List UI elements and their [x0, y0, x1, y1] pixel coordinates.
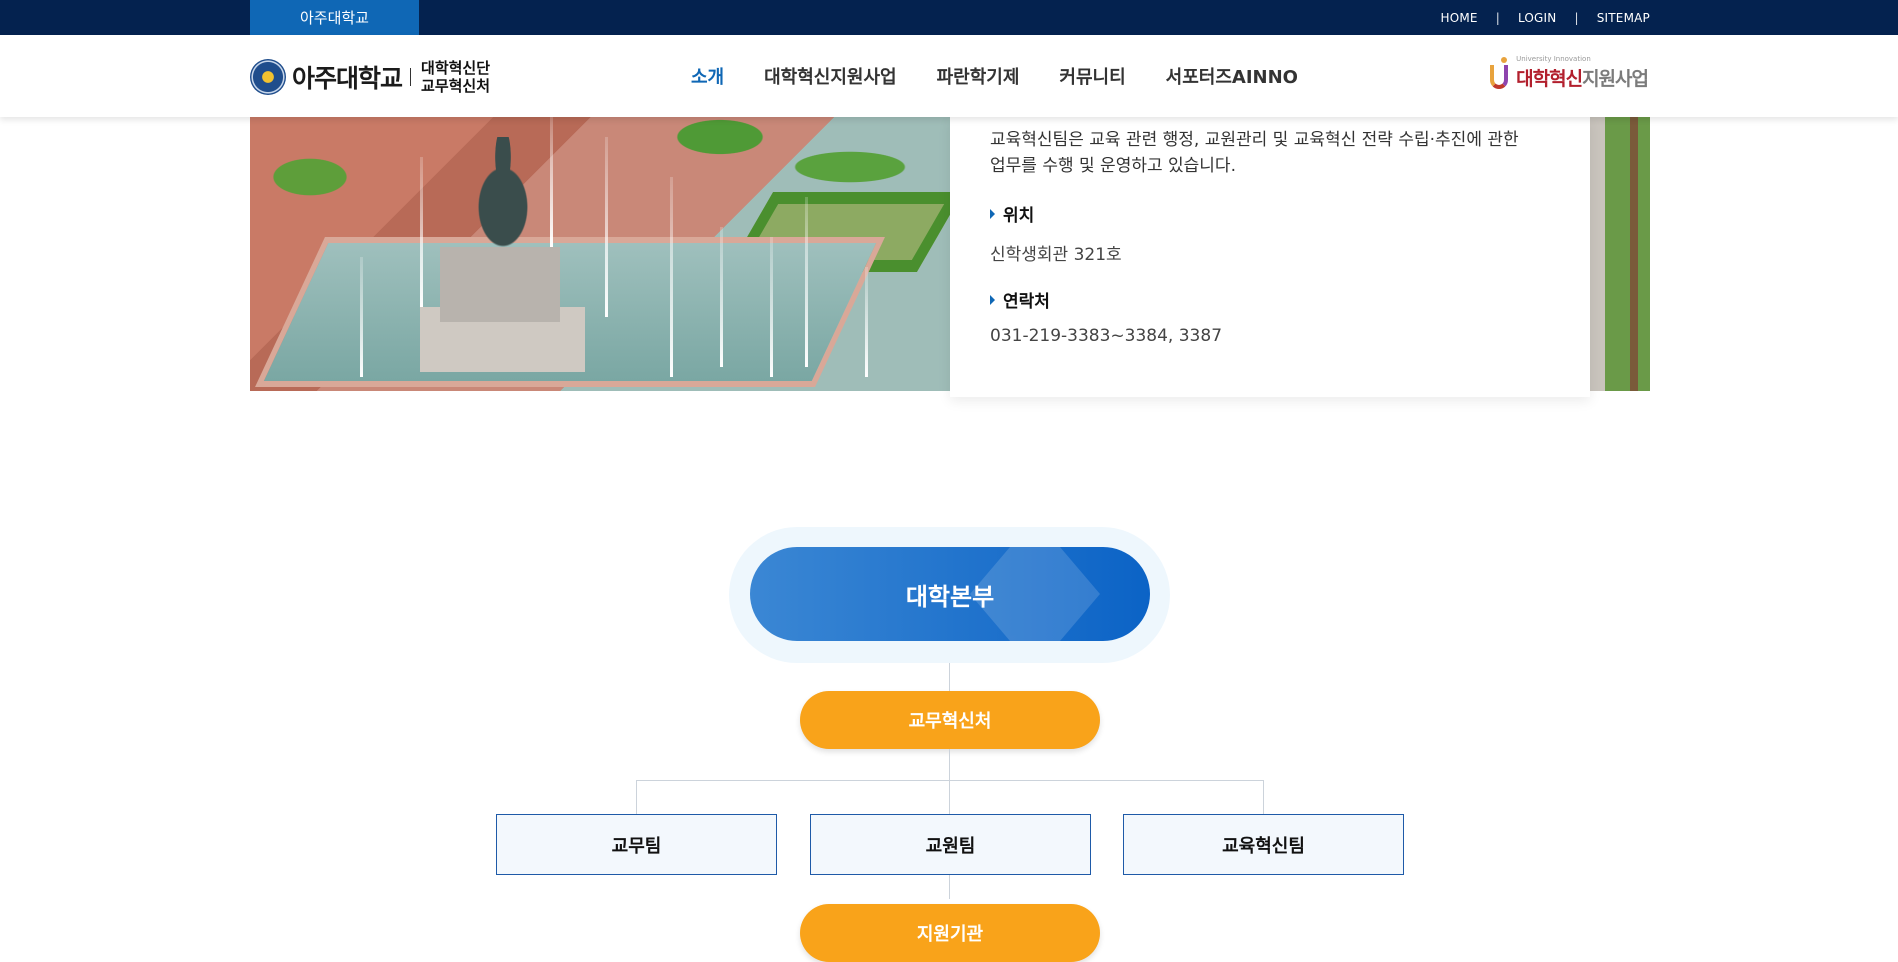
connector-line: [636, 780, 637, 814]
university-home-tab[interactable]: 아주대학교: [250, 0, 419, 35]
bullet-triangle-icon: [990, 294, 995, 305]
site-logo[interactable]: 아주대학교 대학혁신단 교무혁신처: [250, 57, 490, 97]
location-heading: 위치: [990, 201, 1550, 226]
contact-value: 031-219-3383~3384, 3387: [990, 326, 1223, 346]
ui-logo-mark-icon: [1488, 55, 1512, 91]
separator: |: [1574, 10, 1579, 25]
main-navigation: 소개 대학혁신지원사업 파란학기제 커뮤니티 서포터즈AINNO: [691, 35, 1338, 117]
org-node-headquarters-label: 대학본부: [905, 582, 995, 611]
connector-line: [636, 780, 1264, 781]
logo-sub-line2: 교무혁신처: [421, 77, 491, 95]
team-description: 교육혁신팀은 교육 관련 행정, 교원관리 및 교육혁신 전략 수립·추진에 관…: [990, 130, 1519, 176]
logo-tagline: University Innovation: [1516, 55, 1591, 63]
location-value: 신학생회관 321호: [990, 245, 1122, 265]
team-info-card: 교육혁신팀은 교육 관련 행정, 교원관리 및 교육혁신 전략 수립·추진에 관…: [950, 117, 1590, 397]
university-emblem-icon: [250, 59, 286, 95]
contact-heading: 연락처: [990, 287, 1550, 312]
org-node-headquarters: 대학본부: [750, 547, 1150, 641]
home-link[interactable]: HOME: [1440, 11, 1477, 25]
location-label: 위치: [1003, 206, 1035, 226]
utility-links: HOME | LOGIN | SITEMAP: [1440, 0, 1650, 35]
contact-label: 연락처: [1003, 292, 1050, 312]
site-header: 아주대학교 대학혁신단 교무혁신처 소개 대학혁신지원사업 파란학기제 커뮤니티…: [0, 35, 1898, 117]
nav-item-intro[interactable]: 소개: [691, 63, 724, 89]
logo-subtitle: 대학혁신단 교무혁신처: [421, 59, 490, 95]
connector-line: [1263, 780, 1264, 814]
org-node-division: 교무혁신처: [800, 691, 1100, 749]
org-node-faculty-team: 교원팀: [810, 814, 1091, 875]
fountain-statue-photo: [250, 117, 964, 391]
login-link[interactable]: LOGIN: [1518, 11, 1557, 25]
top-utility-bar: 아주대학교 HOME | LOGIN | SITEMAP: [0, 0, 1898, 35]
side-photo-strip: [1590, 117, 1650, 391]
logo-wordmark: 아주대학교: [292, 64, 403, 93]
org-node-support-institutions: 지원기관: [800, 904, 1100, 962]
separator: |: [1495, 10, 1500, 25]
logo-sub-line1: 대학혁신단: [421, 59, 491, 77]
nav-item-community[interactable]: 커뮤니티: [1059, 63, 1125, 89]
innovation-program-logo[interactable]: University Innovation 대학혁신지원사업: [1488, 51, 1649, 91]
nav-item-paran-semester[interactable]: 파란학기제: [937, 63, 1020, 89]
bullet-triangle-icon: [990, 208, 995, 219]
org-chart: 대학본부 교무혁신처 교무팀 교원팀 교육혁신팀 지원기관: [0, 520, 1898, 962]
org-node-education-innovation-team: 교육혁신팀: [1123, 814, 1404, 875]
nav-item-innovation-program[interactable]: 대학혁신지원사업: [764, 63, 896, 89]
org-node-academic-affairs-team: 교무팀: [496, 814, 777, 875]
sitemap-link[interactable]: SITEMAP: [1597, 11, 1650, 25]
nav-item-supporters[interactable]: 서포터즈AINNO: [1166, 63, 1298, 89]
logo-gray-text: 지원사업: [1582, 68, 1649, 90]
logo-divider: [410, 68, 412, 86]
logo-red-text: 대학혁신: [1516, 68, 1583, 90]
